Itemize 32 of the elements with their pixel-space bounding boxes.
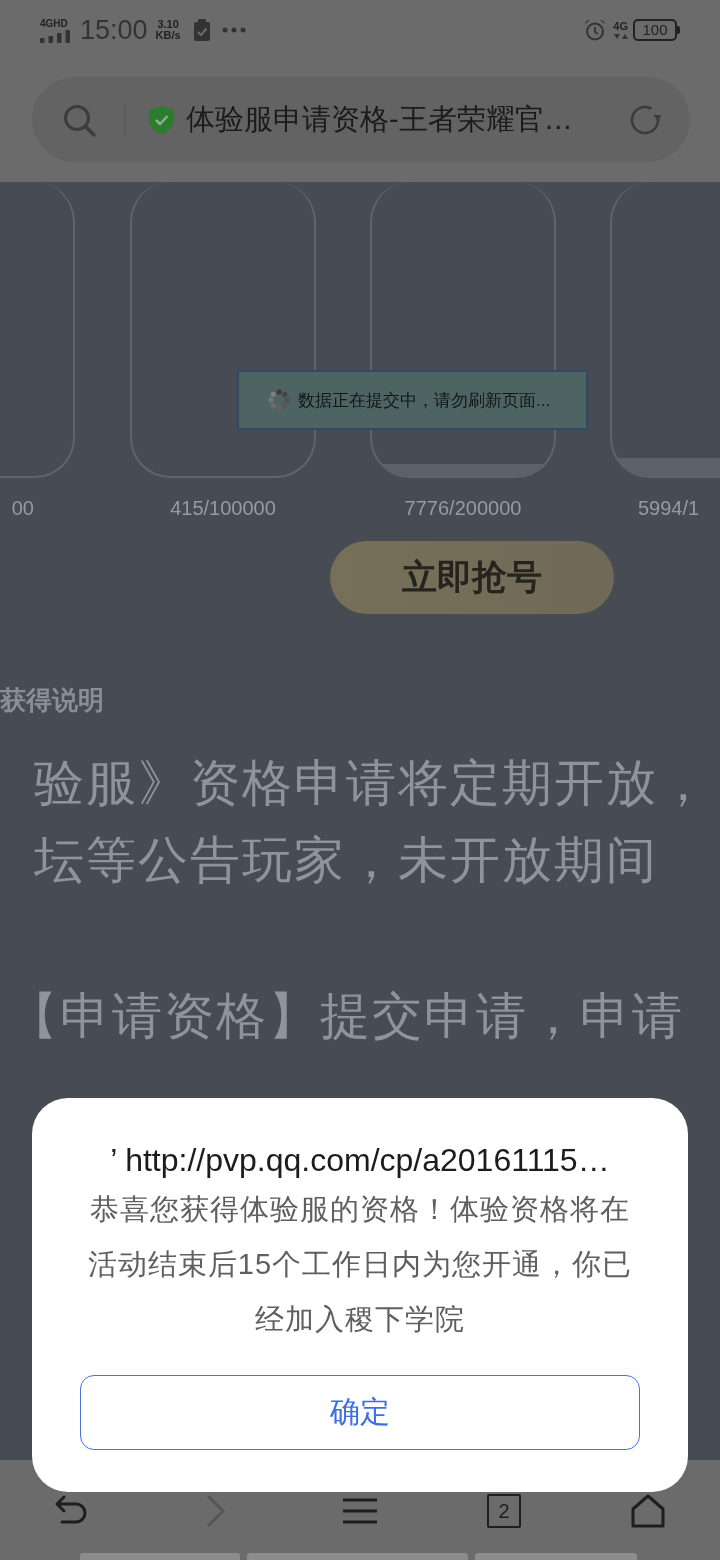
grab-number-button[interactable]: 立即抢号 — [330, 541, 614, 614]
loading-spinner-icon — [268, 389, 290, 411]
description-text: 验服》资格申请将定期开放， — [34, 754, 710, 813]
network-type: 4GHD — [40, 17, 68, 29]
quota-count: 7776/200000 — [404, 497, 522, 519]
description-text: 【申请资格】提交申请，申请 — [8, 987, 684, 1046]
speed-unit: KB/s — [155, 30, 181, 41]
alarm-clock-icon — [584, 19, 607, 41]
clock-time: 15:00 — [80, 15, 148, 45]
signal-icon — [40, 29, 70, 43]
clipboard-check-icon — [192, 19, 211, 41]
page-title: 体验服申请资格-王者荣耀官… — [186, 101, 573, 137]
shield-check-icon — [148, 104, 175, 135]
quota-count: 415/100000 — [170, 497, 276, 519]
toast-message: 数据正在提交中，请勿刷新页面... — [298, 389, 551, 412]
address-bar[interactable]: 体验服申请资格-王者荣耀官… — [32, 77, 690, 162]
data-arrows-icon — [613, 32, 628, 40]
battery-indicator: 100 — [633, 19, 680, 41]
quota-count: 5994/1 — [638, 497, 700, 519]
mobile-data-type: 4G — [613, 20, 628, 32]
description-text: 坛等公告玩家，未开放期间 — [34, 831, 658, 890]
confirm-button[interactable]: 确定 — [80, 1375, 640, 1450]
dialog-title: ’ http://pvp.qq.com/cp/a20161115… — [110, 1141, 610, 1180]
section-title: 获得说明 — [0, 684, 104, 716]
menu-icon[interactable] — [342, 1496, 378, 1525]
search-icon[interactable] — [62, 102, 96, 137]
network-speed: 3.10 — [157, 19, 179, 30]
home-icon[interactable] — [631, 1493, 665, 1528]
more-dots-icon — [221, 27, 246, 33]
quota-count: 00 — [11, 497, 34, 519]
dialog-message: 恭喜您获得体验服的资格！体验资格将在活动结束后15个工作日内为您开通，你已经加入稷下学院 — [86, 1192, 634, 1337]
tabs-button[interactable]: 2 — [487, 1493, 521, 1528]
